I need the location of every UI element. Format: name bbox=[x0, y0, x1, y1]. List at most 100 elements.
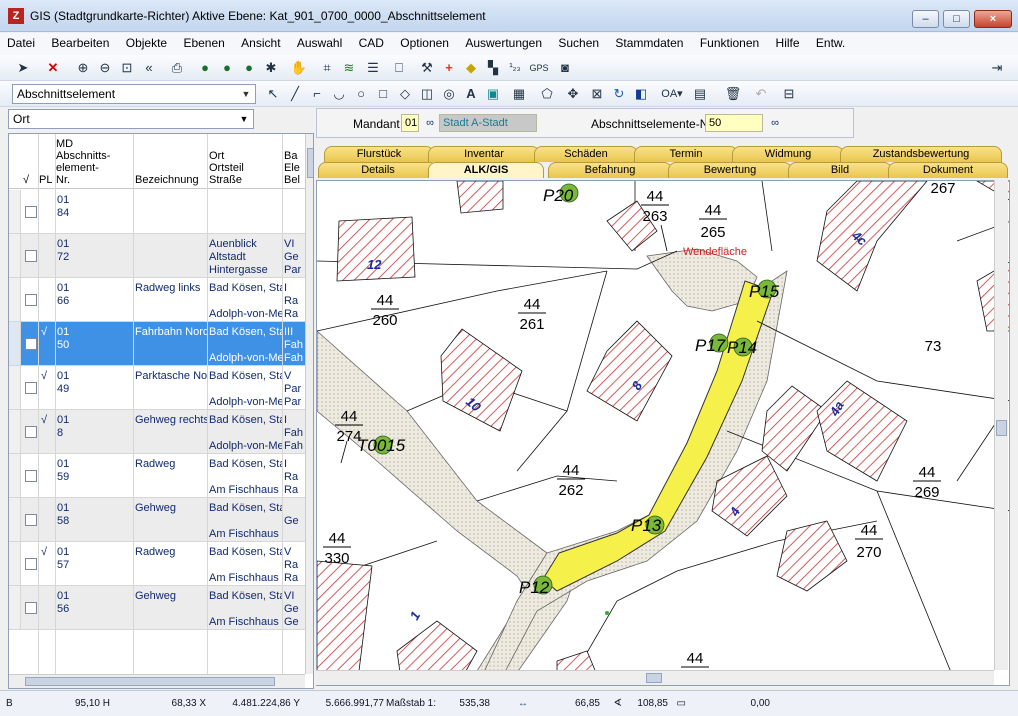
row-checkbox[interactable] bbox=[25, 294, 37, 306]
point-label[interactable]: P14 bbox=[727, 338, 757, 357]
scroll-thumb[interactable] bbox=[996, 420, 1007, 436]
header-md-nr[interactable]: MD Abschnitts- element- Nr. bbox=[56, 138, 132, 186]
menu-funktionen[interactable]: Funktionen bbox=[693, 33, 765, 50]
map-horizontal-scrollbar[interactable] bbox=[316, 670, 994, 685]
zoom-out-icon[interactable]: ⊖ bbox=[96, 59, 114, 77]
table-row[interactable]: 01 56 Gehweg Bad Kösen, Sta Am Fischhaus… bbox=[9, 586, 305, 630]
menu-bearbeiten[interactable]: Bearbeiten bbox=[44, 33, 115, 50]
measure-icon[interactable]: ⎕ bbox=[390, 59, 408, 77]
row-checkbox[interactable] bbox=[25, 470, 37, 482]
grid-horizontal-scrollbar[interactable] bbox=[9, 674, 305, 688]
menu-entw[interactable]: Entw. bbox=[809, 33, 851, 50]
polyline-icon[interactable]: ⌐ bbox=[308, 85, 326, 103]
scroll-thumb[interactable] bbox=[307, 148, 313, 178]
undo-icon[interactable]: ↶ bbox=[752, 85, 770, 103]
tag-icon[interactable]: ◆ bbox=[462, 59, 480, 77]
grid-snap-icon[interactable]: ⌗ bbox=[318, 59, 336, 77]
menu-ebenen[interactable]: Ebenen bbox=[176, 33, 230, 50]
row-checkbox[interactable] bbox=[25, 250, 37, 262]
menu-auswahl[interactable]: Auswahl bbox=[290, 33, 348, 50]
tab-bild[interactable]: Bild bbox=[788, 162, 892, 178]
menu-hilfe[interactable]: Hilfe bbox=[769, 33, 806, 50]
row-checkbox[interactable] bbox=[25, 558, 37, 570]
table-row[interactable]: √ 01 57 Radweg Bad Kösen, Sta Am Fischha… bbox=[9, 542, 305, 586]
polygon-icon[interactable]: ⬠ bbox=[538, 85, 556, 103]
tab-alk-gis[interactable]: ALK/GIS bbox=[428, 162, 544, 178]
tab-bewertung[interactable]: Bewertung bbox=[668, 162, 792, 178]
exit-icon[interactable]: ⇥ bbox=[988, 59, 1006, 77]
point-label[interactable]: P20 bbox=[543, 186, 574, 205]
select-vertex-icon[interactable]: ↖ bbox=[264, 85, 282, 103]
delete-selection-icon[interactable]: ✕ bbox=[44, 59, 62, 77]
tab-schaeden[interactable]: Schäden bbox=[534, 146, 638, 162]
print-icon[interactable]: ⎙ bbox=[168, 59, 186, 77]
layers-icon[interactable]: ≋ bbox=[340, 59, 358, 77]
row-checkbox[interactable] bbox=[25, 206, 37, 218]
element-nr-field[interactable]: 50 bbox=[705, 114, 763, 132]
symbol-icon[interactable]: ◫ bbox=[418, 85, 436, 103]
row-checkbox[interactable] bbox=[25, 338, 37, 350]
trash-icon[interactable]: 🗑 bbox=[724, 85, 742, 103]
menu-cad[interactable]: CAD bbox=[352, 33, 390, 50]
image-icon[interactable]: ▣ bbox=[484, 85, 502, 103]
arc-icon[interactable]: ◡ bbox=[330, 85, 348, 103]
tab-details[interactable]: Details bbox=[318, 162, 438, 178]
split-view-icon[interactable]: ⊟ bbox=[780, 85, 798, 103]
table-row-selected[interactable]: √ 01 50 Fahrbahn Nord Bad Kösen, Sta Ado… bbox=[9, 322, 305, 366]
tab-flurstueck[interactable]: Flurstück bbox=[324, 146, 434, 162]
table-row[interactable]: 01 84 bbox=[9, 190, 305, 234]
header-ort[interactable]: Ort Ortsteil Straße bbox=[209, 150, 281, 186]
globe-icon[interactable]: ● bbox=[196, 59, 214, 77]
close-button[interactable]: × bbox=[974, 10, 1012, 28]
point-label[interactable]: T0015 bbox=[357, 436, 406, 455]
pan-hand-icon[interactable]: ✋ bbox=[290, 59, 308, 77]
scroll-thumb[interactable] bbox=[646, 673, 662, 683]
header-pl[interactable]: PL bbox=[39, 174, 52, 186]
map-vertical-scrollbar[interactable] bbox=[994, 180, 1008, 670]
table-row[interactable]: 01 58 Gehweg Bad Kösen, Sta Am Fischhaus… bbox=[9, 498, 305, 542]
tab-zustandsbewertung[interactable]: Zustandsbewertung bbox=[840, 146, 1002, 162]
zoom-in-icon[interactable]: ⊕ bbox=[74, 59, 92, 77]
point-label[interactable]: P13 bbox=[631, 516, 662, 535]
point-label[interactable]: P15 bbox=[749, 282, 780, 301]
scale-value[interactable]: 535,38 bbox=[440, 698, 490, 709]
minimize-button[interactable]: – bbox=[912, 10, 939, 28]
pointer-icon[interactable]: ➤ bbox=[14, 59, 32, 77]
tab-widmung[interactable]: Widmung bbox=[732, 146, 844, 162]
layer-combo[interactable]: Abschnittselement ▼ bbox=[12, 84, 256, 104]
globe-refresh-icon[interactable]: ● bbox=[218, 59, 236, 77]
menu-stammdaten[interactable]: Stammdaten bbox=[608, 33, 689, 50]
row-checkbox[interactable] bbox=[25, 514, 37, 526]
scroll-thumb[interactable] bbox=[25, 677, 275, 686]
tab-inventar[interactable]: Inventar bbox=[428, 146, 540, 162]
table-row[interactable]: 01 72 Auenblick Altstadt Hintergasse VI … bbox=[9, 234, 305, 278]
map-canvas[interactable]: 12 10 8 4a 4c 4 1 44 263 44 265 44 260 4… bbox=[316, 180, 1010, 686]
checker-icon[interactable]: ▚ bbox=[484, 59, 502, 77]
globe-layers-icon[interactable]: ● bbox=[240, 59, 258, 77]
header-check[interactable]: √ bbox=[23, 174, 29, 186]
snap-icon[interactable]: ⊠ bbox=[588, 85, 606, 103]
menu-ansicht[interactable]: Ansicht bbox=[234, 33, 286, 50]
legend-icon[interactable]: ☰ bbox=[364, 59, 382, 77]
menu-suchen[interactable]: Suchen bbox=[551, 33, 605, 50]
rotate-icon[interactable]: ↻ bbox=[610, 85, 628, 103]
grid-vertical-scrollbar[interactable] bbox=[305, 134, 313, 674]
tab-befahrung[interactable]: Befahrung bbox=[548, 162, 672, 178]
line-icon[interactable]: ╱ bbox=[286, 85, 304, 103]
ort-filter-combo[interactable]: Ort ▼ bbox=[8, 109, 254, 129]
text-icon[interactable]: A bbox=[462, 85, 480, 103]
menu-objekte[interactable]: Objekte bbox=[119, 33, 173, 50]
diamond-icon[interactable]: ◇ bbox=[396, 85, 414, 103]
tab-dokument[interactable]: Dokument bbox=[888, 162, 1008, 178]
camera-icon[interactable]: ◙ bbox=[556, 59, 574, 77]
numbering-icon[interactable]: ¹₂₃ bbox=[506, 59, 524, 77]
menu-auswertungen[interactable]: Auswertungen bbox=[458, 33, 548, 50]
move-icon[interactable]: ✥ bbox=[564, 85, 582, 103]
tab-termin[interactable]: Termin bbox=[634, 146, 738, 162]
menu-optionen[interactable]: Optionen bbox=[393, 33, 455, 50]
table-row[interactable]: √ 01 49 Parktasche No Bad Kösen, Sta Ado… bbox=[9, 366, 305, 410]
binoculars-icon[interactable]: ∞ bbox=[422, 114, 438, 132]
circle-icon[interactable]: ○ bbox=[352, 85, 370, 103]
row-checkbox[interactable] bbox=[25, 602, 37, 614]
point-label[interactable]: P17 bbox=[695, 336, 726, 355]
